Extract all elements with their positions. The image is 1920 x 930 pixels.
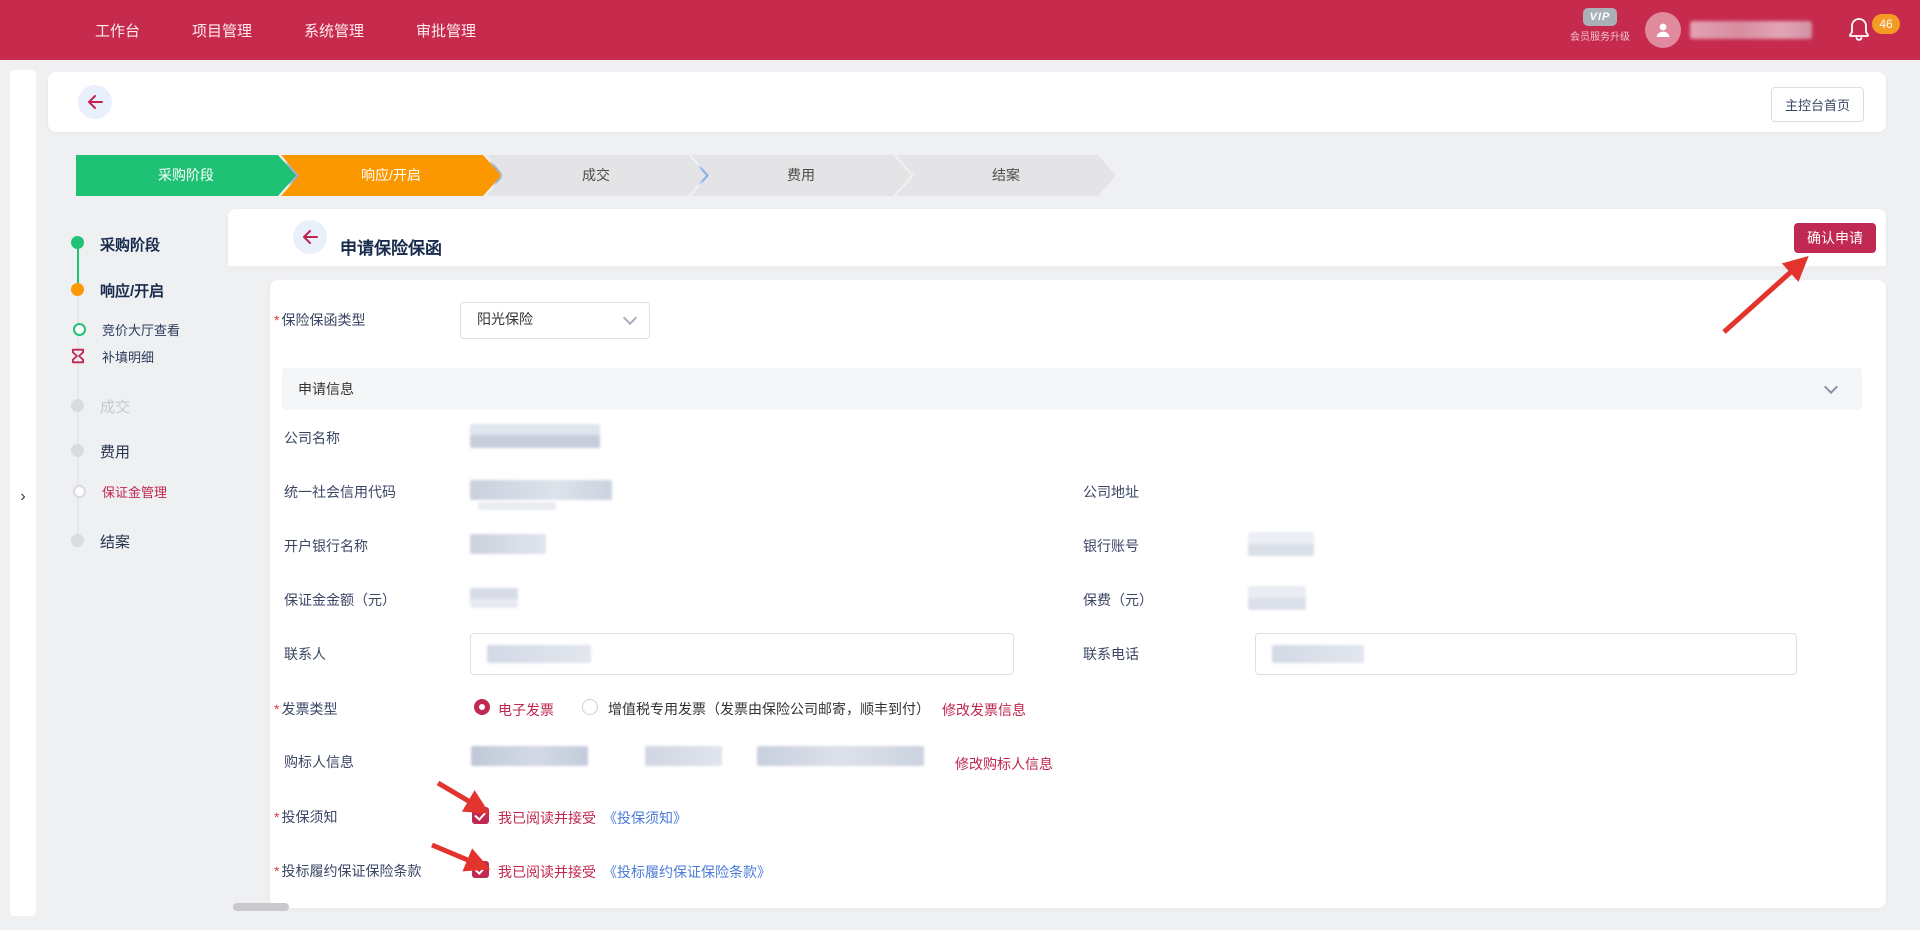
credit-code-redacted	[470, 480, 612, 500]
top-nav: 工作台 项目管理 系统管理 审批管理 VIP 会员服务升级 46	[0, 0, 1920, 60]
timeline-dot-deal	[71, 399, 84, 412]
phone-value-redacted	[1272, 645, 1364, 663]
stage-step-deal: 成交	[486, 155, 706, 196]
back-arrow-icon	[302, 230, 318, 244]
radio-vat-invoice-label[interactable]: 增值税专用发票（发票由保险公司邮寄，顺丰到付）	[608, 699, 930, 719]
credit-code-redacted	[478, 502, 556, 510]
sidebar-item-fill-details[interactable]: 补填明细	[102, 347, 154, 366]
timeline-ring-deposit	[73, 485, 86, 498]
horizontal-scrollbar-thumb[interactable]	[233, 903, 289, 911]
panel-expand-toggle[interactable]: ›	[14, 488, 32, 506]
radio-electronic-invoice[interactable]	[474, 699, 490, 715]
insurance-type-select[interactable]: 阳光保险	[460, 302, 650, 339]
app-screen: 工作台 项目管理 系统管理 审批管理 VIP 会员服务升级 46 ›	[0, 0, 1920, 930]
notice-link[interactable]: 《投保须知》	[603, 808, 687, 828]
radio-vat-invoice[interactable]	[582, 699, 598, 715]
deposit-amount-label: 保证金金额（元）	[284, 590, 396, 610]
hourglass-icon	[70, 348, 86, 364]
person-icon	[1653, 20, 1673, 40]
user-avatar[interactable]	[1645, 12, 1681, 48]
sidebar-item-procurement[interactable]: 采购阶段	[100, 234, 160, 255]
collapsed-panel: ›	[10, 70, 36, 916]
nav-menu: 工作台 项目管理 系统管理 审批管理	[95, 0, 476, 60]
nav-item-approval-mgmt[interactable]: 审批管理	[416, 20, 476, 41]
console-home-button[interactable]: 主控台首页	[1771, 87, 1864, 122]
insurance-type-label: *保险保函类型	[274, 310, 365, 330]
back-arrow-icon	[87, 95, 103, 109]
company-name-redacted	[470, 424, 600, 448]
form-title-band: 申请保险保函 确认申请	[228, 209, 1886, 267]
sidebar-item-fee[interactable]: 费用	[100, 441, 130, 462]
nav-item-workbench[interactable]: 工作台	[95, 20, 140, 41]
company-address-label: 公司地址	[1083, 482, 1139, 502]
chevron-down-icon	[623, 311, 637, 325]
credit-code-label: 统一社会信用代码	[284, 482, 396, 502]
edit-buyer-info-link[interactable]: 修改购标人信息	[955, 754, 1053, 774]
premium-redacted	[1248, 586, 1306, 610]
timeline-dot-response	[71, 283, 84, 296]
buyer-info-redacted	[645, 746, 722, 766]
timeline-dot-close	[71, 534, 84, 547]
timeline-dot-procurement	[71, 236, 84, 249]
bank-name-redacted	[470, 534, 546, 554]
vip-caption: 会员服务升级	[1568, 28, 1632, 43]
section-application-info[interactable]: 申请信息	[282, 368, 1862, 410]
buyer-info-label: 购标人信息	[284, 752, 354, 772]
terms-agree-text: 我已阅读并接受	[498, 862, 596, 882]
sidebar-item-deal[interactable]: 成交	[100, 396, 130, 417]
notification-count-badge: 46	[1872, 14, 1900, 34]
insurance-form-card: *保险保函类型 阳光保险 申请信息 公司名称 统一社会信用代码 公司地址 开户银…	[270, 280, 1886, 908]
contact-label: 联系人	[284, 644, 326, 664]
edit-invoice-info-link[interactable]: 修改发票信息	[942, 700, 1026, 720]
stage-step-close: 结案	[896, 155, 1116, 196]
contact-input[interactable]	[470, 633, 1014, 675]
insurance-notice-label: *投保须知	[274, 807, 337, 827]
page-title: 申请保险保函	[340, 220, 442, 277]
chevron-down-icon	[1824, 380, 1838, 394]
performance-terms-label: *投标履约保证保险条款	[274, 861, 421, 881]
stage-step-fee: 费用	[691, 155, 911, 196]
buyer-info-redacted	[757, 746, 924, 766]
sidebar-item-deposit-mgmt[interactable]: 保证金管理	[102, 482, 167, 501]
insurance-type-value: 阳光保险	[477, 303, 533, 336]
bank-account-redacted	[1248, 532, 1314, 556]
timeline-dot-fee	[71, 444, 84, 457]
terms-link[interactable]: 《投标履约保证保险条款》	[603, 862, 771, 882]
premium-label: 保费（元）	[1083, 590, 1153, 610]
radio-electronic-invoice-label[interactable]: 电子发票	[498, 700, 554, 720]
section-title: 申请信息	[298, 368, 354, 410]
bank-name-label: 开户银行名称	[284, 536, 368, 556]
confirm-apply-button[interactable]: 确认申请	[1794, 223, 1876, 253]
vip-icon: VIP	[1583, 8, 1618, 26]
notice-agree-text: 我已阅读并接受	[498, 808, 596, 828]
sidebar-item-response[interactable]: 响应/开启	[100, 280, 164, 301]
nav-item-system-mgmt[interactable]: 系统管理	[304, 20, 364, 41]
buyer-info-redacted	[471, 746, 588, 766]
username-redacted	[1690, 21, 1812, 39]
contact-phone-label: 联系电话	[1083, 644, 1139, 664]
contact-value-redacted	[487, 645, 591, 663]
contact-phone-input[interactable]	[1255, 633, 1797, 675]
project-header-card: 主控台首页	[48, 72, 1886, 132]
form-back-button[interactable]	[293, 220, 327, 254]
sidebar-item-close[interactable]: 结案	[100, 531, 130, 552]
notice-checkbox[interactable]	[472, 807, 489, 824]
nav-item-project-mgmt[interactable]: 项目管理	[192, 20, 252, 41]
timeline-ring-bidding-hall	[73, 323, 86, 336]
back-button[interactable]	[78, 85, 112, 119]
company-name-label: 公司名称	[284, 428, 340, 448]
stage-step-response: 响应/开启	[281, 155, 501, 196]
stage-step-procurement: 采购阶段	[76, 155, 296, 196]
invoice-type-label: *发票类型	[274, 699, 337, 719]
sidebar-item-bidding-hall[interactable]: 竞价大厅查看	[102, 320, 180, 339]
vip-upgrade[interactable]: VIP 会员服务升级	[1568, 7, 1632, 43]
notification-bell-icon[interactable]	[1847, 17, 1871, 43]
terms-checkbox[interactable]	[472, 861, 489, 878]
deposit-amount-redacted	[470, 588, 518, 608]
bank-account-label: 银行账号	[1083, 536, 1139, 556]
